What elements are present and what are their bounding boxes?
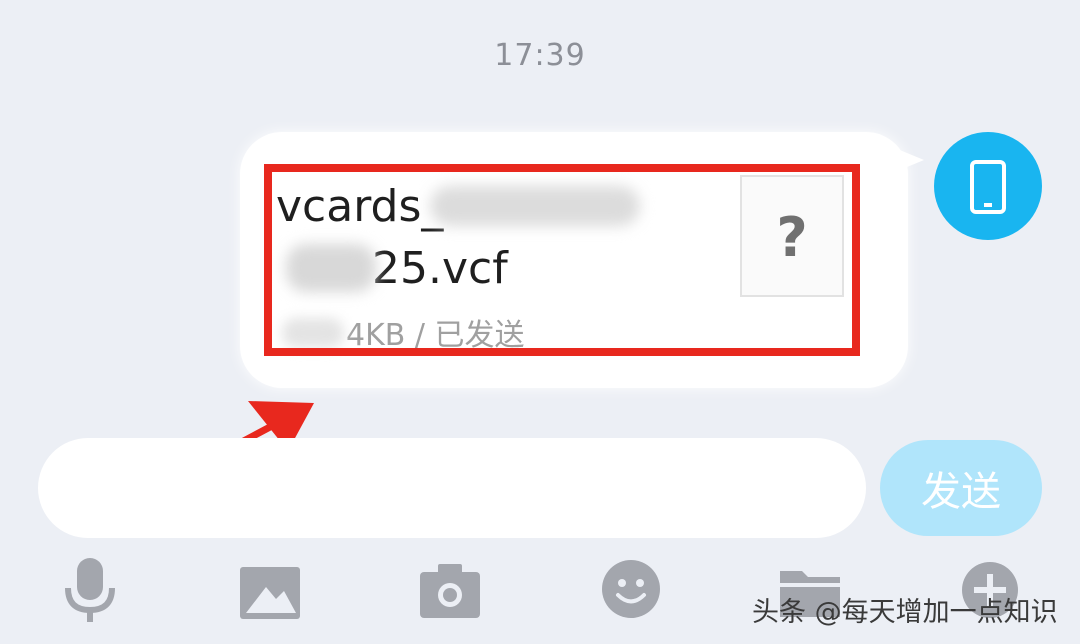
emoji-icon[interactable] <box>600 558 662 620</box>
image-icon[interactable] <box>238 565 302 621</box>
message-input[interactable] <box>38 438 866 538</box>
message-timestamp: 17:39 <box>494 38 586 73</box>
send-button[interactable]: 发送 <box>880 440 1042 536</box>
avatar[interactable] <box>934 132 1042 240</box>
watermark: 头条 @每天增加一点知识 <box>752 597 1058 628</box>
microphone-icon[interactable] <box>60 556 120 626</box>
camera-icon[interactable] <box>418 562 482 620</box>
highlight-box <box>264 164 860 356</box>
phone-icon <box>970 160 1006 214</box>
bubble-tail <box>890 146 924 174</box>
